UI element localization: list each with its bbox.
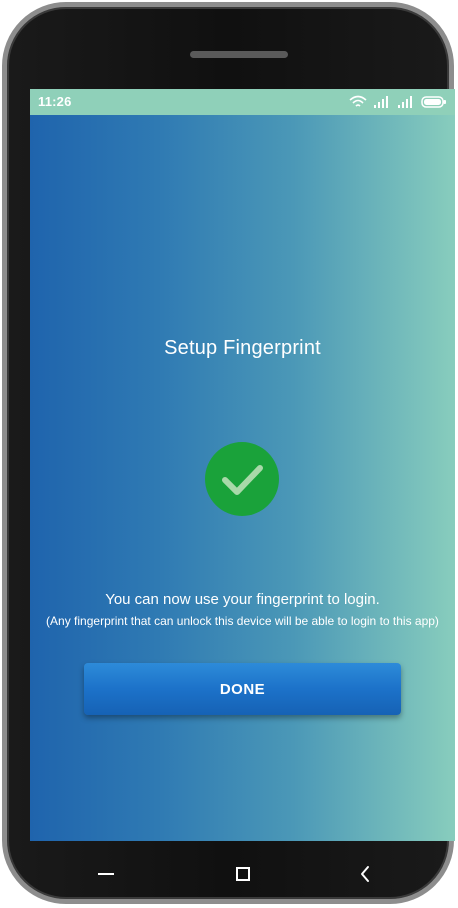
app-screen: 11:26 Setup Fingerprint You can now use … (30, 89, 455, 841)
status-bar: 11:26 (30, 89, 455, 115)
back-icon (361, 866, 369, 882)
status-icons (349, 93, 447, 111)
info-note: (Any fingerprint that can unlock this de… (46, 614, 439, 628)
signal-icon (398, 96, 412, 108)
menu-button[interactable] (91, 859, 121, 889)
done-button[interactable]: DONE (84, 663, 401, 715)
check-circle-icon (205, 442, 279, 516)
home-button[interactable] (228, 859, 258, 889)
battery-icon (421, 96, 446, 108)
menu-icon (98, 873, 114, 875)
wifi-icon (349, 95, 367, 107)
signal-icon (374, 96, 388, 108)
earpiece-speaker (190, 51, 288, 58)
page-title: Setup Fingerprint (164, 337, 321, 359)
phone-frame: 11:26 Setup Fingerprint You can now use … (2, 2, 455, 905)
status-time: 11:26 (38, 94, 72, 109)
home-icon (236, 867, 250, 881)
success-message: You can now use your fingerprint to logi… (105, 591, 380, 608)
back-button[interactable] (350, 859, 380, 889)
navigation-bar (30, 841, 455, 905)
